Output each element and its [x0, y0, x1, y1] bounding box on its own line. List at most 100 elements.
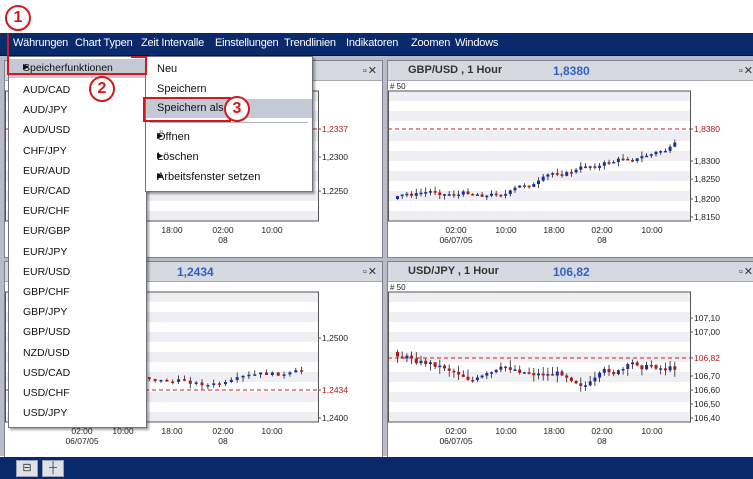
menu-item-pair[interactable]: AUD/CAD	[9, 81, 146, 100]
currency-dropdown: Speicherfunktionen ▶ AUD/CAD AUD/JPY AUD/U…	[8, 56, 147, 428]
time-tick-label: 10:00	[495, 225, 517, 235]
candle-body	[200, 382, 204, 386]
highlight-box-speichern-als	[143, 97, 231, 122]
window-buttons[interactable]: ▫✕	[363, 64, 378, 77]
candle-body	[654, 365, 658, 369]
candle-body	[294, 370, 298, 373]
menu-item-pair[interactable]: AUD/JPY	[9, 101, 146, 120]
candle-body	[631, 362, 634, 365]
menu-windows[interactable]: Windows	[455, 37, 498, 49]
candle-body	[194, 382, 198, 384]
candle-body	[475, 377, 479, 381]
time-tick-label: 02:00	[212, 225, 234, 235]
menu-item-pair[interactable]: CHF/JPY	[9, 142, 146, 161]
candle-body	[537, 373, 540, 376]
menu-item-label: USD/CHF	[23, 387, 70, 399]
menu-item-pair[interactable]: EUR/JPY	[9, 243, 146, 262]
menu-trendlinien[interactable]: Trendlinien	[284, 37, 336, 49]
time-tick-label: 10:00	[261, 225, 283, 235]
candle-body	[673, 142, 677, 147]
menu-item-pair[interactable]: USD/CAD	[9, 364, 146, 383]
candle-body	[546, 174, 550, 177]
chart-symbol: GBP/USD , 1 Hour	[408, 64, 503, 76]
menu-zoomen[interactable]: Zoomen	[411, 37, 450, 49]
price-label: 106,60	[694, 385, 720, 395]
chart-window-usdjpy[interactable]: USD/JPY , 1 Hour 106,82 ▫✕ # 50 107,10 107…	[387, 261, 753, 458]
menu-item-loeschen[interactable]: Löschen ▶	[146, 148, 312, 167]
time-tick-label: 02:00	[212, 426, 234, 436]
candle-body	[579, 383, 583, 387]
menu-einstellungen[interactable]: Einstellungen	[215, 37, 279, 49]
candle-body	[522, 185, 526, 187]
menu-item-arbeitsfenster[interactable]: Arbeitsfenster setzen ▶	[146, 168, 312, 187]
menu-item-pair[interactable]: USD/JPY	[9, 404, 146, 423]
window-buttons[interactable]: ▫✕	[739, 64, 753, 77]
menu-item-pair[interactable]: EUR/GBP	[9, 222, 146, 241]
date-label: 06/07/05	[439, 235, 472, 245]
candle-body	[616, 158, 620, 162]
chart-price: 106,82	[553, 265, 590, 279]
menu-item-pair[interactable]: GBP/USD	[9, 323, 146, 342]
submenu-arrow-icon: ▶	[157, 171, 164, 180]
candle-body	[649, 154, 653, 156]
menu-zeit-intervalle[interactable]: Zeit Intervalle	[141, 37, 204, 49]
candle-body	[452, 194, 456, 196]
candle-body	[635, 362, 639, 366]
candle-body	[659, 368, 663, 370]
menu-item-pair[interactable]: EUR/AUD	[9, 162, 146, 181]
grid-band	[388, 372, 690, 382]
window-buttons[interactable]: ▫✕	[739, 265, 753, 278]
grid-band	[388, 412, 690, 422]
menu-item-label: GBP/CHF	[23, 286, 70, 298]
menu-item-pair[interactable]: EUR/CHF	[9, 202, 146, 221]
price-label: 1,2434	[322, 385, 348, 395]
menu-item-pair[interactable]: GBP/JPY	[9, 303, 146, 322]
menu-item-label: EUR/CAD	[23, 185, 71, 197]
candle-body	[663, 150, 667, 153]
menu-item-label: CHF/JPY	[23, 144, 67, 157]
price-label: 1,2250	[322, 186, 348, 196]
crosshair-button[interactable]: ┼	[42, 460, 64, 477]
candle-body	[565, 375, 569, 378]
candle-body	[555, 371, 559, 376]
candle-body	[579, 166, 583, 170]
window-buttons[interactable]: ▫✕	[363, 265, 378, 278]
chart-window-gbpusd[interactable]: GBP/USD , 1 Hour 1,8380 ▫✕ # 50 1,8380 1,8…	[387, 60, 753, 258]
menu-item-neu[interactable]: Neu	[146, 60, 312, 79]
candle-body	[443, 365, 446, 369]
menu-item-oeffnen[interactable]: Öffnen ▶	[146, 128, 312, 147]
candle-body	[177, 379, 181, 382]
candle-body	[494, 369, 498, 373]
candle-body	[551, 173, 555, 175]
menu-item-pair[interactable]: USD/CHF	[9, 384, 146, 403]
candle-body	[247, 374, 251, 377]
menu-item-label: Neu	[157, 63, 178, 75]
candle-body	[527, 372, 531, 374]
menu-item-pair[interactable]: GBP/CHF	[9, 283, 146, 302]
time-tick-label: 10:00	[641, 426, 663, 436]
candle-body	[490, 372, 493, 374]
grid-band	[388, 111, 690, 121]
menu-item-label: Speichern	[157, 83, 207, 95]
candle-body	[188, 380, 192, 384]
menu-item-label: USD/CAD	[23, 366, 71, 379]
candle-body	[626, 158, 630, 161]
candle-body	[513, 369, 517, 371]
menu-item-pair[interactable]: NZD/USD	[9, 344, 146, 363]
candle-body	[508, 190, 512, 195]
tile-windows-button[interactable]: ⊟	[16, 460, 38, 477]
menu-indikatoren[interactable]: Indikatoren	[346, 37, 398, 49]
candle-body	[659, 151, 663, 153]
grid-band	[388, 91, 690, 101]
menu-item-label: AUD/CAD	[23, 84, 71, 96]
candle-body	[414, 193, 418, 196]
menu-item-pair[interactable]: EUR/USD	[9, 263, 146, 282]
menu-item-pair[interactable]: EUR/CAD	[9, 182, 146, 201]
candle-body	[428, 191, 432, 193]
candle-body	[569, 172, 573, 174]
candle-body	[513, 187, 517, 191]
menu-item-pair[interactable]: AUD/USD	[9, 121, 146, 140]
candle-body	[588, 166, 592, 168]
menu-item-label: GBP/JPY	[23, 306, 68, 319]
candle-body	[288, 372, 292, 375]
